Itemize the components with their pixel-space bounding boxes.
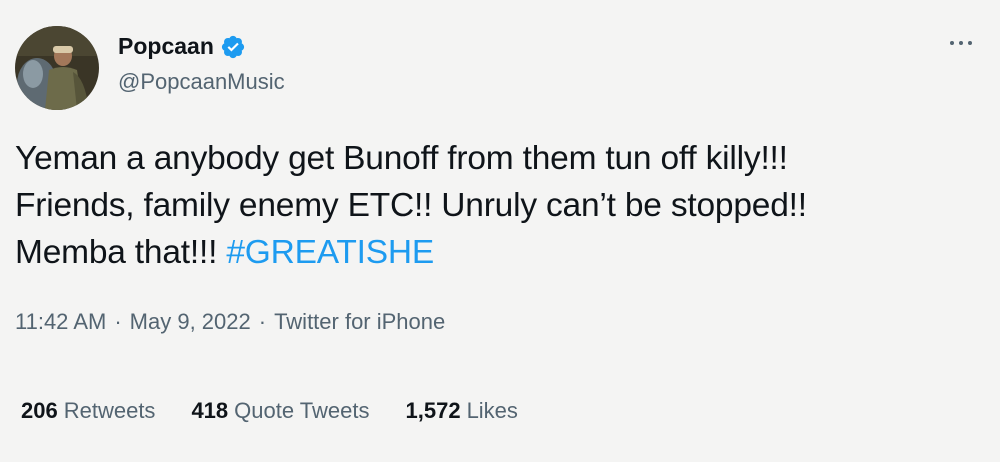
display-name[interactable]: Popcaan [118,33,214,60]
quote-tweets-label: Quote Tweets [234,398,370,423]
quote-tweets-stat[interactable]: 418 Quote Tweets [191,398,369,424]
more-options-icon[interactable] [950,36,980,50]
avatar-image [15,26,99,110]
tweet-text-line: Friends, family enemy ETC!! Unruly can’t… [15,187,807,224]
meta-separator: · [258,309,267,334]
author-handle[interactable]: @PopcaanMusic [118,69,285,95]
tweet-card: Popcaan @PopcaanMusic Yeman a anybody ge… [0,0,1000,462]
quote-tweets-count: 418 [191,398,229,423]
more-dot [959,41,963,45]
tweet-date[interactable]: May 9, 2022 [130,309,251,335]
avatar[interactable] [15,26,99,110]
tweet-text-line: Yeman a anybody get Bunoff from them tun… [15,140,788,177]
tweet-meta: 11:42 AM · May 9, 2022 · Twitter for iPh… [15,309,445,335]
more-dot [950,41,954,45]
meta-separator: · [114,309,122,334]
author-name-row[interactable]: Popcaan [118,33,246,60]
tweet-source[interactable]: Twitter for iPhone [274,309,445,335]
likes-label: Likes [466,398,518,423]
likes-stat[interactable]: 1,572 Likes [406,398,518,424]
likes-count: 1,572 [405,398,461,423]
tweet-text: Yeman a anybody get Bunoff from them tun… [15,135,990,276]
hashtag-link[interactable]: #GREATISHE [226,234,434,271]
tweet-text-line-last: Memba that!!! #GREATISHE [15,229,990,276]
tweet-text-fragment: Memba that!!! [15,234,218,271]
tweet-time[interactable]: 11:42 AM [15,309,106,335]
retweets-label: Retweets [63,398,156,423]
more-dot [968,41,972,45]
retweets-count: 206 [21,398,58,423]
retweets-stat[interactable]: 206 Retweets [21,398,155,424]
verified-badge-icon [221,35,244,58]
tweet-stats: 206 Retweets 418 Quote Tweets 1,572 Like… [21,398,554,424]
